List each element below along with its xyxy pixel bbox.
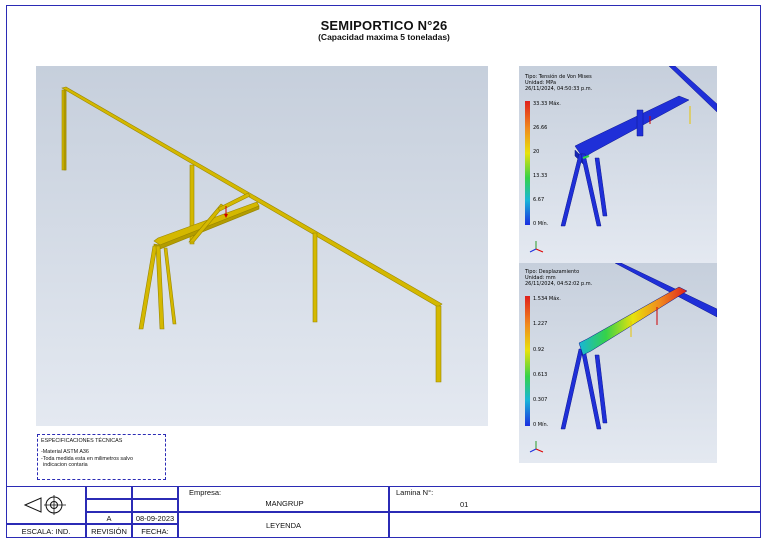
- stress-color-legend: [525, 101, 530, 225]
- displacement-result-view: Tipo: Desplazamiento Unidad: mm 26/11/20…: [519, 263, 717, 463]
- stress-result-view: Tipo: Tensión de Von Mises Unidad: MPa 2…: [519, 66, 717, 263]
- disp-scale-3: 0.613: [533, 372, 547, 378]
- disp-timestamp: 26/11/2024, 04:52:02 p.m.: [525, 281, 593, 287]
- first-angle-projection-icon: [23, 495, 66, 515]
- stress-scale-2: 20: [533, 149, 539, 155]
- disp-scale-2: 0.92: [533, 347, 544, 353]
- revision-label: REVISIÓN: [86, 524, 132, 538]
- company-cell: Empresa: MANGRUP: [178, 486, 389, 512]
- projection-symbol-cell: [6, 486, 86, 524]
- disp-scale-4: 0.307: [533, 397, 547, 403]
- stress-timestamp: 26/11/2024, 04:50:33 p.m.: [525, 86, 593, 92]
- spec-line: indicacion contaria: [43, 462, 88, 469]
- disp-scale-0: 1.534 Máx.: [533, 295, 561, 302]
- specifications-title: ESPECIFICACIONES TÉCNICAS: [41, 438, 123, 444]
- stress-scale-3: 13.33: [533, 173, 547, 179]
- drawing-subtitle: (Capacidad maxima 5 toneladas): [318, 32, 450, 42]
- stress-type-label: Tipo: Tensión de Von Mises: [524, 73, 592, 80]
- specifications-box: ESPECIFICACIONES TÉCNICAS -Material ASTM…: [37, 434, 166, 480]
- disp-scale-1: 1.227: [533, 321, 547, 327]
- date-value: 08-09-2023: [132, 512, 178, 524]
- stress-scale-0: 33.33 Máx.: [533, 100, 561, 107]
- company-label: Empresa:: [189, 488, 222, 497]
- stress-scale-1: 26.66: [533, 125, 547, 131]
- disp-scale-5: 0 Mín.: [533, 421, 549, 428]
- sheet-cell: Lamina N°: 01: [389, 486, 761, 512]
- stress-scale-5: 0 Mín.: [533, 220, 549, 227]
- sheet-label: Lamina N°:: [396, 488, 434, 497]
- main-3d-view: [36, 66, 488, 426]
- sheet-number: 01: [460, 500, 469, 509]
- disp-color-legend: [525, 296, 530, 426]
- scale-label: ESCALA: IND.: [6, 524, 86, 538]
- stress-scale-4: 6.67: [533, 197, 544, 203]
- company-name: MANGRUP: [265, 499, 304, 508]
- title-block: A 08-09-2023 ESCALA: IND. REVISIÓN FECHA…: [6, 486, 761, 538]
- legend-label: LEYENDA: [178, 512, 389, 538]
- revision-value: A: [86, 512, 132, 524]
- drawing-title: SEMIPORTICO N°26: [320, 18, 448, 33]
- date-label: FECHA:: [132, 524, 178, 538]
